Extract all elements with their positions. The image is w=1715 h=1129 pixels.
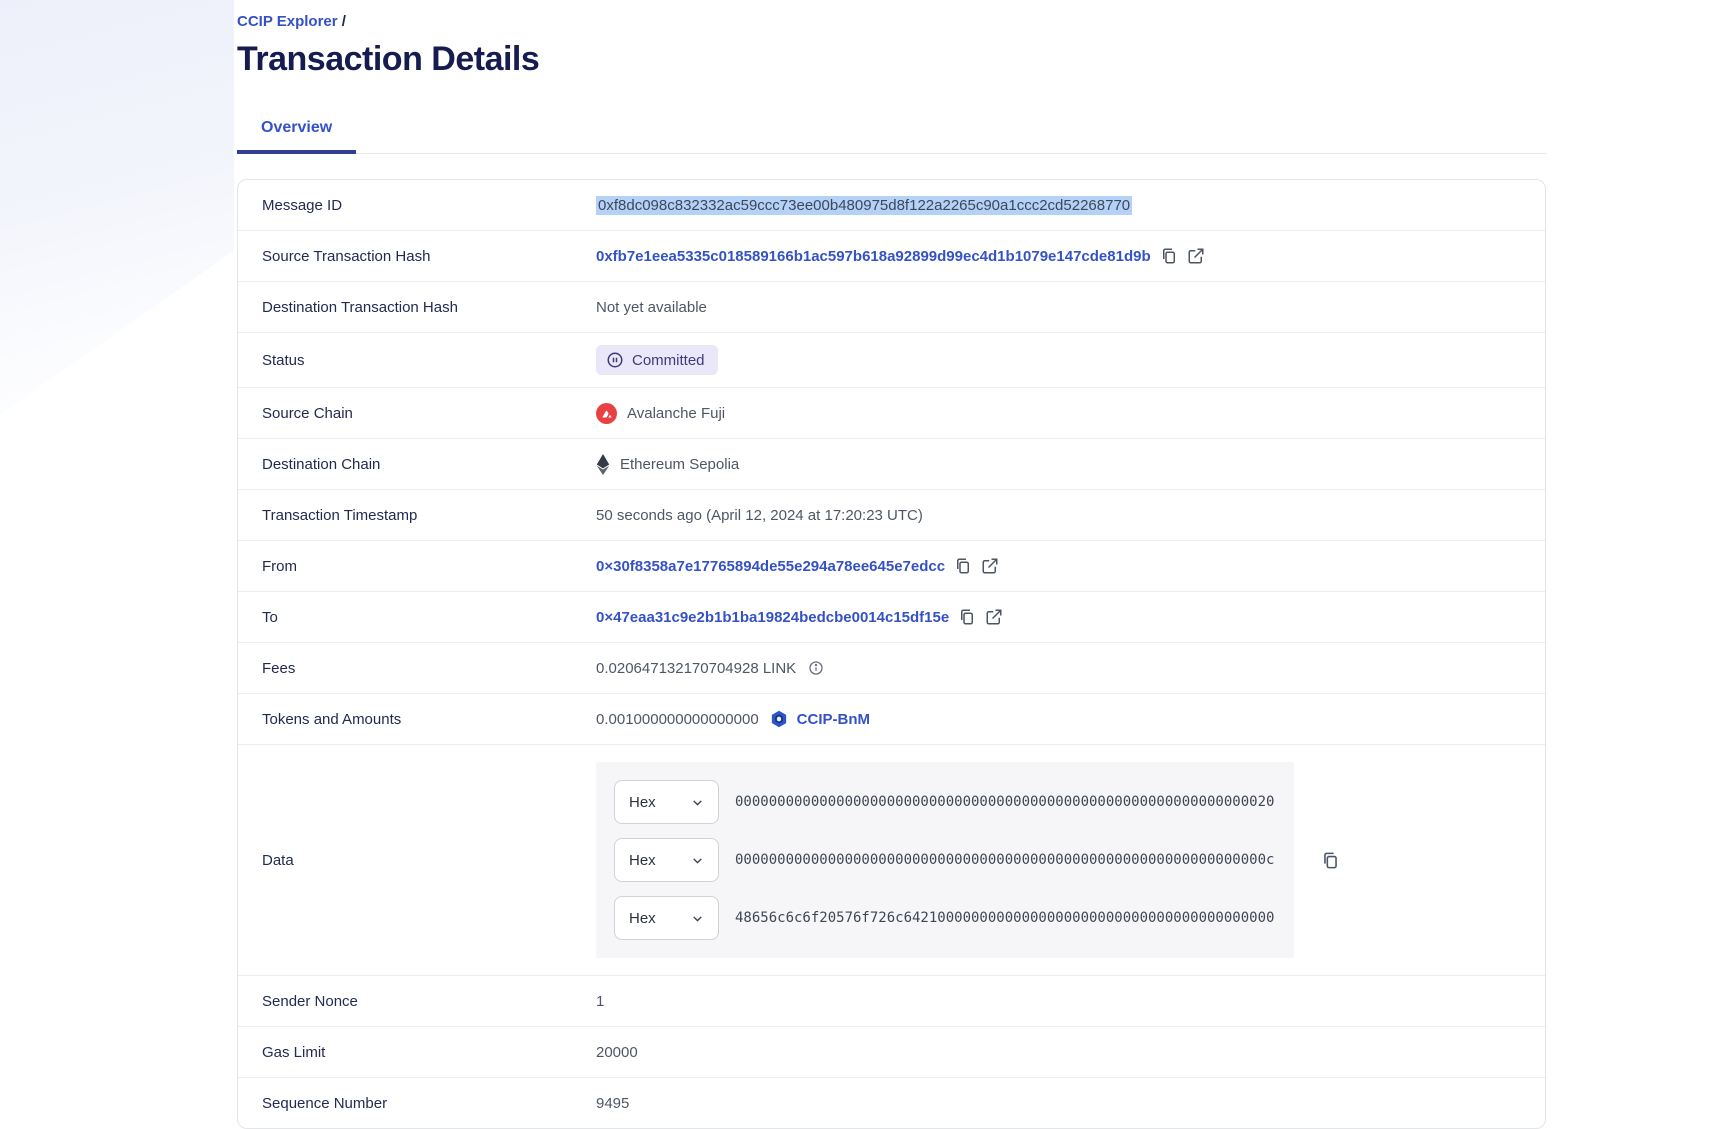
row-from: From 0×30f8358a7e17765894de55e294a78ee64… — [238, 541, 1545, 592]
ethereum-icon — [596, 454, 610, 475]
row-destination-transaction-hash: Destination Transaction Hash Not yet ava… — [238, 282, 1545, 333]
row-label: Data — [262, 852, 596, 869]
message-id-value: 0xf8dc098c832332ac59ccc73ee00b480975d8f1… — [596, 196, 1132, 215]
ccip-bnm-token-icon — [770, 710, 788, 728]
hex-data-line: 48656c6c6f20576f726c64210000000000000000… — [735, 910, 1274, 926]
row-source-chain: Source Chain Avalanche Fuji — [238, 388, 1545, 439]
row-source-transaction-hash: Source Transaction Hash 0xfb7e1eea5335c0… — [238, 231, 1545, 282]
chevron-down-icon — [691, 912, 704, 925]
row-destination-chain: Destination Chain Ethereum Sepolia — [238, 439, 1545, 490]
row-label: Sequence Number — [262, 1095, 596, 1112]
main-content: CCIP Explorer / Transaction Details Over… — [237, 0, 1546, 1129]
row-label: Message ID — [262, 197, 596, 214]
external-link-icon[interactable] — [985, 608, 1003, 626]
tab-bar: Overview — [237, 119, 1546, 154]
data-line: Hex 000000000000000000000000000000000000… — [614, 780, 1276, 824]
copy-icon[interactable] — [1321, 851, 1340, 870]
chevron-down-icon — [691, 796, 704, 809]
token-amount: 0.001000000000000000 — [596, 711, 759, 728]
row-transaction-timestamp: Transaction Timestamp 50 seconds ago (Ap… — [238, 490, 1545, 541]
from-address-link[interactable]: 0×30f8358a7e17765894de55e294a78ee645e7ed… — [596, 558, 945, 575]
destination-transaction-hash-value: Not yet available — [596, 299, 707, 316]
gas-limit-value: 20000 — [596, 1044, 638, 1061]
row-label: Gas Limit — [262, 1044, 596, 1061]
breadcrumb-separator: / — [342, 13, 346, 30]
row-label: To — [262, 609, 596, 626]
tab-overview[interactable]: Overview — [237, 119, 356, 153]
data-line: Hex 48656c6c6f20576f726c6421000000000000… — [614, 896, 1276, 940]
token-link[interactable]: CCIP-BnM — [797, 711, 870, 728]
hex-data-line: 0000000000000000000000000000000000000000… — [735, 794, 1274, 810]
encoding-select[interactable]: Hex — [614, 838, 719, 882]
fees-value: 0.020647132170704928 LINK — [596, 660, 796, 677]
row-gas-limit: Gas Limit 20000 — [238, 1027, 1545, 1078]
data-line: Hex 000000000000000000000000000000000000… — [614, 838, 1276, 882]
status-badge: Committed — [596, 345, 718, 375]
row-label: Transaction Timestamp — [262, 507, 596, 524]
sender-nonce-value: 1 — [596, 993, 604, 1010]
row-label: Status — [262, 352, 596, 369]
breadcrumb-link-ccip-explorer[interactable]: CCIP Explorer — [237, 13, 338, 30]
encoding-select-value: Hex — [629, 910, 656, 927]
pause-circle-icon — [606, 351, 624, 369]
source-chain-name: Avalanche Fuji — [627, 405, 725, 422]
row-label: Fees — [262, 660, 596, 677]
row-label: Sender Nonce — [262, 993, 596, 1010]
row-status: Status Committed — [238, 333, 1545, 388]
encoding-select[interactable]: Hex — [614, 896, 719, 940]
encoding-select-value: Hex — [629, 852, 656, 869]
row-label: Tokens and Amounts — [262, 711, 596, 728]
row-sequence-number: Sequence Number 9495 — [238, 1078, 1545, 1128]
destination-chain-name: Ethereum Sepolia — [620, 456, 739, 473]
transaction-details-card: Message ID 0xf8dc098c832332ac59ccc73ee00… — [237, 179, 1546, 1129]
external-link-icon[interactable] — [1187, 247, 1205, 265]
row-label: From — [262, 558, 596, 575]
row-label: Destination Transaction Hash — [262, 299, 596, 316]
info-icon[interactable] — [808, 660, 824, 676]
background-gradient-shape — [0, 0, 234, 432]
row-fees: Fees 0.020647132170704928 LINK — [238, 643, 1545, 694]
copy-icon[interactable] — [954, 557, 972, 575]
row-data: Data Hex 0000000000000000000000000000000… — [238, 745, 1545, 976]
avalanche-icon — [596, 403, 617, 424]
data-box: Hex 000000000000000000000000000000000000… — [596, 762, 1294, 958]
row-to: To 0×47eaa31c9e2b1b1ba19824bedcbe0014c15… — [238, 592, 1545, 643]
page-title: Transaction Details — [237, 39, 1546, 79]
transaction-timestamp-value: 50 seconds ago (April 12, 2024 at 17:20:… — [596, 507, 923, 524]
row-message-id: Message ID 0xf8dc098c832332ac59ccc73ee00… — [238, 180, 1545, 231]
external-link-icon[interactable] — [981, 557, 999, 575]
row-label: Source Chain — [262, 405, 596, 422]
encoding-select[interactable]: Hex — [614, 780, 719, 824]
hex-data-line: 0000000000000000000000000000000000000000… — [735, 852, 1274, 868]
encoding-select-value: Hex — [629, 794, 656, 811]
source-transaction-hash-link[interactable]: 0xfb7e1eea5335c018589166b1ac597b618a9289… — [596, 248, 1151, 265]
row-tokens-and-amounts: Tokens and Amounts 0.001000000000000000 … — [238, 694, 1545, 745]
row-sender-nonce: Sender Nonce 1 — [238, 976, 1545, 1027]
to-address-link[interactable]: 0×47eaa31c9e2b1b1ba19824bedcbe0014c15df1… — [596, 609, 949, 626]
breadcrumb: CCIP Explorer / — [237, 0, 1546, 30]
status-badge-label: Committed — [632, 352, 705, 369]
copy-icon[interactable] — [1160, 247, 1178, 265]
row-label: Destination Chain — [262, 456, 596, 473]
copy-icon[interactable] — [958, 608, 976, 626]
row-label: Source Transaction Hash — [262, 248, 596, 265]
chevron-down-icon — [691, 854, 704, 867]
sequence-number-value: 9495 — [596, 1095, 629, 1112]
